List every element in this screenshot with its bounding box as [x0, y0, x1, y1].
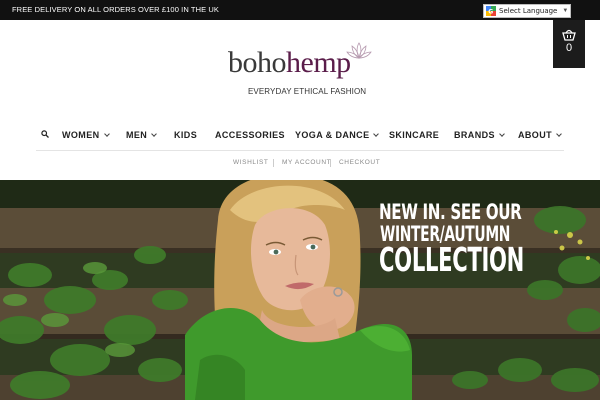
nav-item-label: ABOUT: [518, 130, 552, 140]
cart-button[interactable]: 0: [553, 20, 585, 68]
nav-item-kids[interactable]: KIDS: [174, 130, 197, 140]
nav-item-skincare[interactable]: SKINCARE: [389, 130, 439, 140]
nav-item-label: KIDS: [174, 130, 198, 140]
chevron-down-icon: [556, 131, 562, 137]
logo-word-hemp: hemp: [286, 46, 351, 79]
link-separator: [330, 159, 331, 167]
checkout-link[interactable]: CHECKOUT: [339, 159, 380, 166]
language-selector[interactable]: G Select Language ▼: [483, 4, 571, 18]
announcement-bar: FREE DELIVERY ON ALL ORDERS OVER £100 IN…: [0, 0, 600, 20]
nav-item-accessories[interactable]: ACCESSORIES: [215, 130, 285, 140]
chevron-down-icon: [103, 131, 110, 137]
nav-item-women[interactable]: WOMEN: [62, 130, 110, 140]
nav-item-label: SKINCARE: [389, 130, 440, 140]
hero-headline-line3: COLLECTION: [379, 240, 524, 279]
link-separator: [273, 159, 274, 167]
nav-item-men[interactable]: MEN: [126, 130, 158, 140]
wishlist-link[interactable]: WISHLIST: [233, 159, 269, 166]
hero-banner[interactable]: NEW IN. SEE OUR WINTER/AUTUMN COLLECTION: [0, 180, 600, 400]
logo-wordmark: bohohemp: [228, 48, 351, 78]
nav-item-brands[interactable]: BRANDS: [454, 130, 505, 140]
site-logo[interactable]: bohohemp EVERYDAY ETHICAL FASHION: [228, 42, 378, 98]
language-label: Select Language: [499, 7, 558, 15]
google-translate-icon: G: [486, 6, 496, 16]
chevron-down-icon: [499, 131, 505, 137]
logo-tagline: EVERYDAY ETHICAL FASHION: [248, 87, 367, 96]
announcement-text: FREE DELIVERY ON ALL ORDERS OVER £100 IN…: [12, 5, 219, 14]
account-links: WISHLIST MY ACCOUNT CHECKOUT: [0, 159, 600, 169]
svg-text:G: G: [488, 9, 493, 16]
nav-item-about[interactable]: ABOUT: [518, 130, 562, 140]
chevron-down-icon: [373, 131, 380, 137]
nav-item-label: MEN: [126, 130, 148, 140]
hero-headline-line1: NEW IN. SEE OUR: [379, 200, 522, 224]
nav-divider: [36, 150, 564, 151]
chevron-down-icon: ▼: [562, 8, 569, 14]
cart-count: 0: [565, 42, 573, 54]
chevron-down-icon: [151, 131, 158, 137]
logo-word-boho: boho: [228, 46, 287, 79]
nav-item-label: WOMEN: [62, 130, 100, 140]
main-nav: WOMEN MEN KIDS ACCESSORIES YOGA & DANCE …: [36, 122, 564, 148]
search-icon[interactable]: [41, 130, 49, 138]
nav-item-yoga-dance[interactable]: YOGA & DANCE: [295, 130, 380, 140]
nav-item-label: ACCESSORIES: [215, 130, 285, 140]
nav-item-label: BRANDS: [454, 130, 495, 140]
basket-icon: [562, 29, 576, 41]
my-account-link[interactable]: MY ACCOUNT: [282, 159, 331, 166]
nav-item-label: YOGA & DANCE: [295, 130, 370, 140]
